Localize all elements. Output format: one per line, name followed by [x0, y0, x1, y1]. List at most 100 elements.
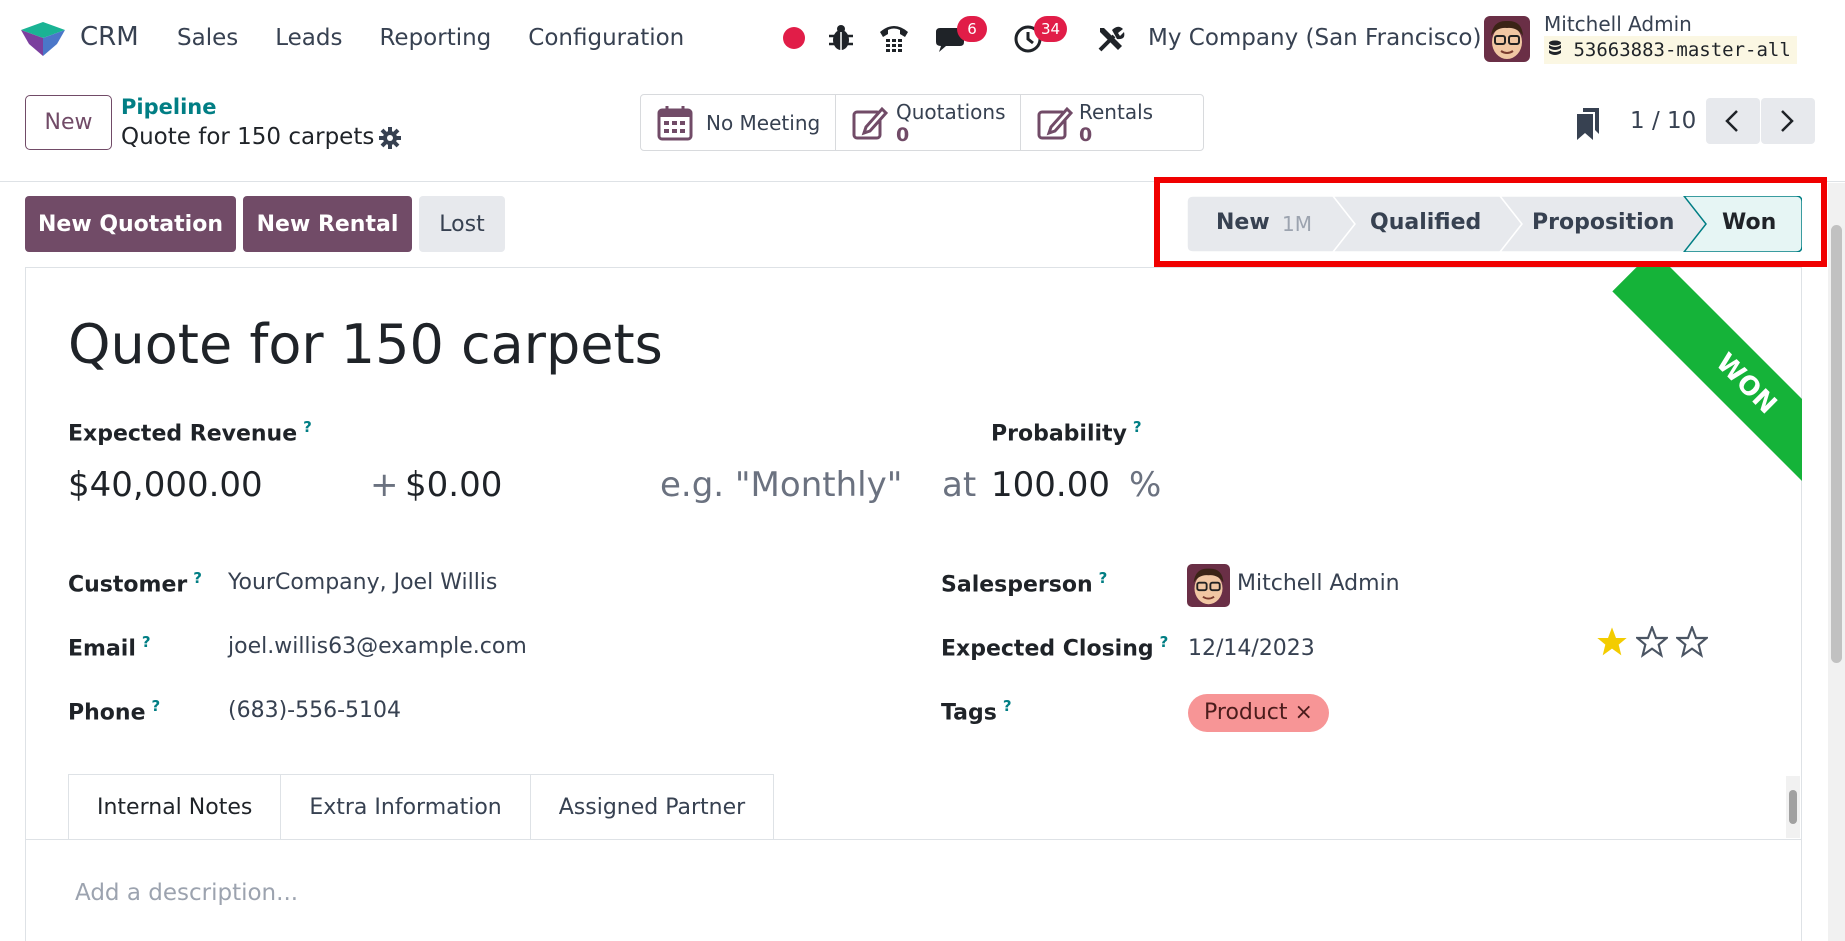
- salesperson-label-text: Salesperson: [941, 572, 1093, 598]
- tab-internal-notes[interactable]: Internal Notes: [68, 774, 282, 840]
- probability-label: Probability?: [991, 418, 1142, 446]
- new-record-button[interactable]: New: [25, 95, 112, 150]
- probability-field[interactable]: 100.00: [991, 465, 1110, 505]
- help-tooltip-icon[interactable]: ?: [1160, 633, 1169, 651]
- email-label-text: Email: [68, 636, 136, 662]
- calendar-icon: [657, 106, 693, 141]
- internal-notes-editor[interactable]: Add a description...: [75, 880, 298, 906]
- expected-closing-field[interactable]: 12/14/2023: [1188, 636, 1315, 661]
- breadcrumb-pipeline[interactable]: Pipeline: [121, 95, 216, 119]
- tag-remove-icon[interactable]: ×: [1295, 700, 1313, 725]
- phone-label-text: Phone: [68, 700, 146, 726]
- meeting-smart-button[interactable]: No Meeting: [641, 95, 836, 150]
- crm-logo-icon[interactable]: [19, 22, 67, 56]
- chevron-left-icon: [1725, 110, 1738, 132]
- phone-field[interactable]: (683)-556-5104: [228, 698, 401, 723]
- plus-sign: +: [370, 465, 399, 505]
- help-tooltip-icon[interactable]: ?: [303, 418, 312, 436]
- notebook-tabs: Internal Notes Extra Information Assigne…: [68, 774, 775, 840]
- expected-closing-label-text: Expected Closing: [941, 636, 1154, 662]
- database-name: 53663883-master-all: [1544, 36, 1797, 64]
- email-label: Email?: [68, 633, 151, 661]
- database-icon: [1549, 40, 1561, 55]
- tab-assigned-partner[interactable]: Assigned Partner: [529, 774, 775, 840]
- tools-settings-icon[interactable]: [1096, 24, 1126, 54]
- record-indicator-icon[interactable]: [783, 27, 805, 49]
- smart-buttons: No Meeting Quotations 0 Rentals 0: [640, 94, 1204, 151]
- tabs-scrollbar[interactable]: [1786, 776, 1800, 838]
- star-empty-icon[interactable]: [1636, 626, 1668, 658]
- breadcrumb-current-record: Quote for 150 carpets: [121, 124, 375, 150]
- activities-badge: 34: [1034, 16, 1068, 42]
- menu-reporting[interactable]: Reporting: [379, 25, 491, 51]
- help-tooltip-icon[interactable]: ?: [1099, 569, 1108, 587]
- help-tooltip-icon[interactable]: ?: [142, 633, 151, 651]
- tag-product[interactable]: Product ×: [1188, 694, 1329, 732]
- expected-revenue-label-text: Expected Revenue: [68, 421, 298, 447]
- company-switcher[interactable]: My Company (San Francisco): [1148, 25, 1481, 51]
- quotations-count: 0: [896, 124, 910, 146]
- phone-icon[interactable]: [877, 22, 911, 54]
- tab-extra-information[interactable]: Extra Information: [280, 774, 531, 840]
- customer-field[interactable]: YourCompany, Joel Willis: [228, 570, 497, 595]
- won-ribbon: WON: [1546, 267, 1802, 523]
- gear-icon[interactable]: [378, 126, 402, 150]
- star-empty-icon[interactable]: [1676, 626, 1708, 658]
- customer-label-text: Customer: [68, 572, 188, 598]
- lead-name-field[interactable]: Quote for 150 carpets: [68, 313, 663, 376]
- menu-sales[interactable]: Sales: [177, 25, 238, 51]
- user-avatar[interactable]: [1484, 16, 1530, 62]
- expected-revenue-label: Expected Revenue?: [68, 418, 312, 446]
- main-menu: Sales Leads Reporting Configuration: [177, 25, 721, 51]
- help-tooltip-icon[interactable]: ?: [1003, 697, 1012, 715]
- lost-button[interactable]: Lost: [419, 196, 505, 252]
- top-navbar: CRM Sales Leads Reporting Configuration …: [0, 0, 1845, 78]
- menu-leads[interactable]: Leads: [275, 25, 342, 51]
- rentals-count: 0: [1079, 124, 1093, 146]
- star-filled-icon[interactable]: [1596, 626, 1628, 658]
- messages-badge: 6: [957, 16, 987, 42]
- debug-bug-icon[interactable]: [828, 24, 854, 52]
- quotations-label: Quotations: [896, 100, 1006, 124]
- pager-value[interactable]: 1 / 10: [1630, 108, 1696, 134]
- customer-label: Customer?: [68, 569, 202, 597]
- rentals-smart-button[interactable]: Rentals 0: [1021, 95, 1203, 150]
- menu-configuration[interactable]: Configuration: [528, 25, 684, 51]
- page-scrollbar[interactable]: [1828, 183, 1845, 941]
- salesperson-avatar: [1187, 564, 1230, 607]
- recurring-plan-field[interactable]: e.g. "Monthly": [660, 465, 902, 505]
- expected-revenue-field[interactable]: $40,000.00: [68, 465, 263, 505]
- page-scrollbar-thumb[interactable]: [1831, 225, 1842, 663]
- quotations-smart-button[interactable]: Quotations 0: [836, 95, 1021, 150]
- expected-closing-label: Expected Closing?: [941, 633, 1168, 661]
- app-name[interactable]: CRM: [80, 22, 139, 52]
- percent-sign: %: [1129, 465, 1162, 505]
- help-tooltip-icon[interactable]: ?: [151, 697, 160, 715]
- pager-next-button[interactable]: [1761, 98, 1815, 144]
- salesperson-label: Salesperson?: [941, 569, 1107, 597]
- tabs-scrollbar-thumb[interactable]: [1789, 790, 1797, 824]
- bookmark-icon[interactable]: [1575, 108, 1601, 140]
- pager-previous-button[interactable]: [1706, 98, 1760, 144]
- recurring-revenue-field[interactable]: $0.00: [405, 465, 502, 505]
- tags-label-text: Tags: [941, 700, 997, 726]
- tags-label: Tags?: [941, 697, 1012, 725]
- help-tooltip-icon[interactable]: ?: [1133, 418, 1142, 436]
- database-label: 53663883-master-all: [1573, 39, 1791, 61]
- statusbar-highlight-box: [1154, 177, 1827, 267]
- edit-icon: [852, 106, 888, 140]
- salesperson-field[interactable]: Mitchell Admin: [1237, 571, 1400, 596]
- new-quotation-button[interactable]: New Quotation: [25, 196, 236, 252]
- email-field[interactable]: joel.willis63@example.com: [228, 634, 527, 659]
- tab-divider: [25, 839, 1802, 840]
- priority-stars: [1596, 626, 1708, 658]
- won-ribbon-label: WON: [1612, 267, 1802, 518]
- phone-label: Phone?: [68, 697, 160, 725]
- chevron-right-icon: [1781, 110, 1794, 132]
- help-tooltip-icon[interactable]: ?: [193, 569, 202, 587]
- tag-label: Product: [1204, 700, 1288, 725]
- new-rental-button[interactable]: New Rental: [243, 196, 412, 252]
- user-name[interactable]: Mitchell Admin: [1544, 12, 1692, 36]
- meeting-label: No Meeting: [706, 111, 821, 135]
- edit-icon: [1037, 106, 1073, 140]
